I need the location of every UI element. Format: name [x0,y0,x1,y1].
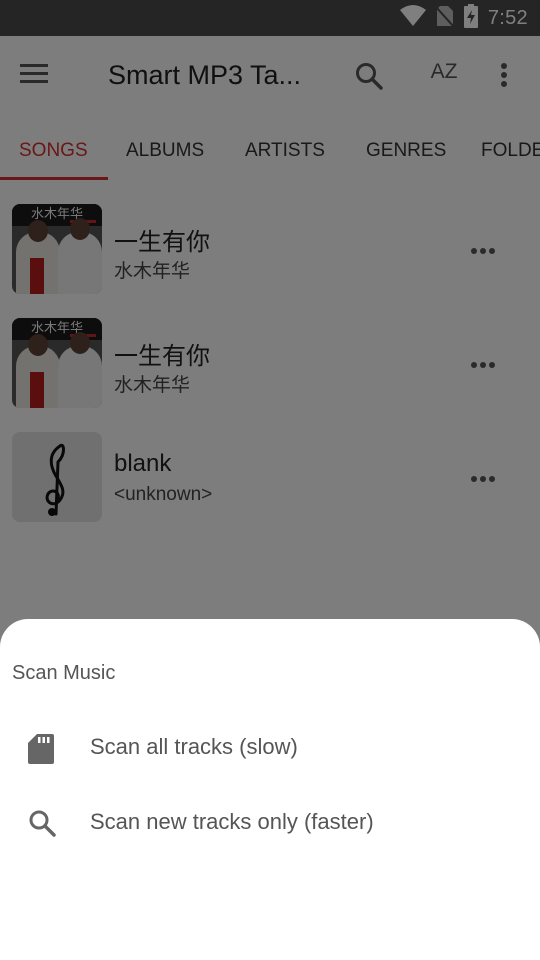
sd-card-icon [28,734,56,764]
scan-music-sheet: Scan Music Scan all tracks (slow) Scan n… [0,619,540,960]
scan-new-tracks-label: Scan new tracks only (faster) [90,809,374,834]
scan-all-tracks-label: Scan all tracks (slow) [90,734,298,759]
search-icon [28,809,56,839]
sheet-title: Scan Music [12,662,116,684]
scan-new-tracks-option[interactable]: Scan new tracks only (faster) [0,789,540,859]
scan-all-tracks-option[interactable]: Scan all tracks (slow) [0,714,540,784]
